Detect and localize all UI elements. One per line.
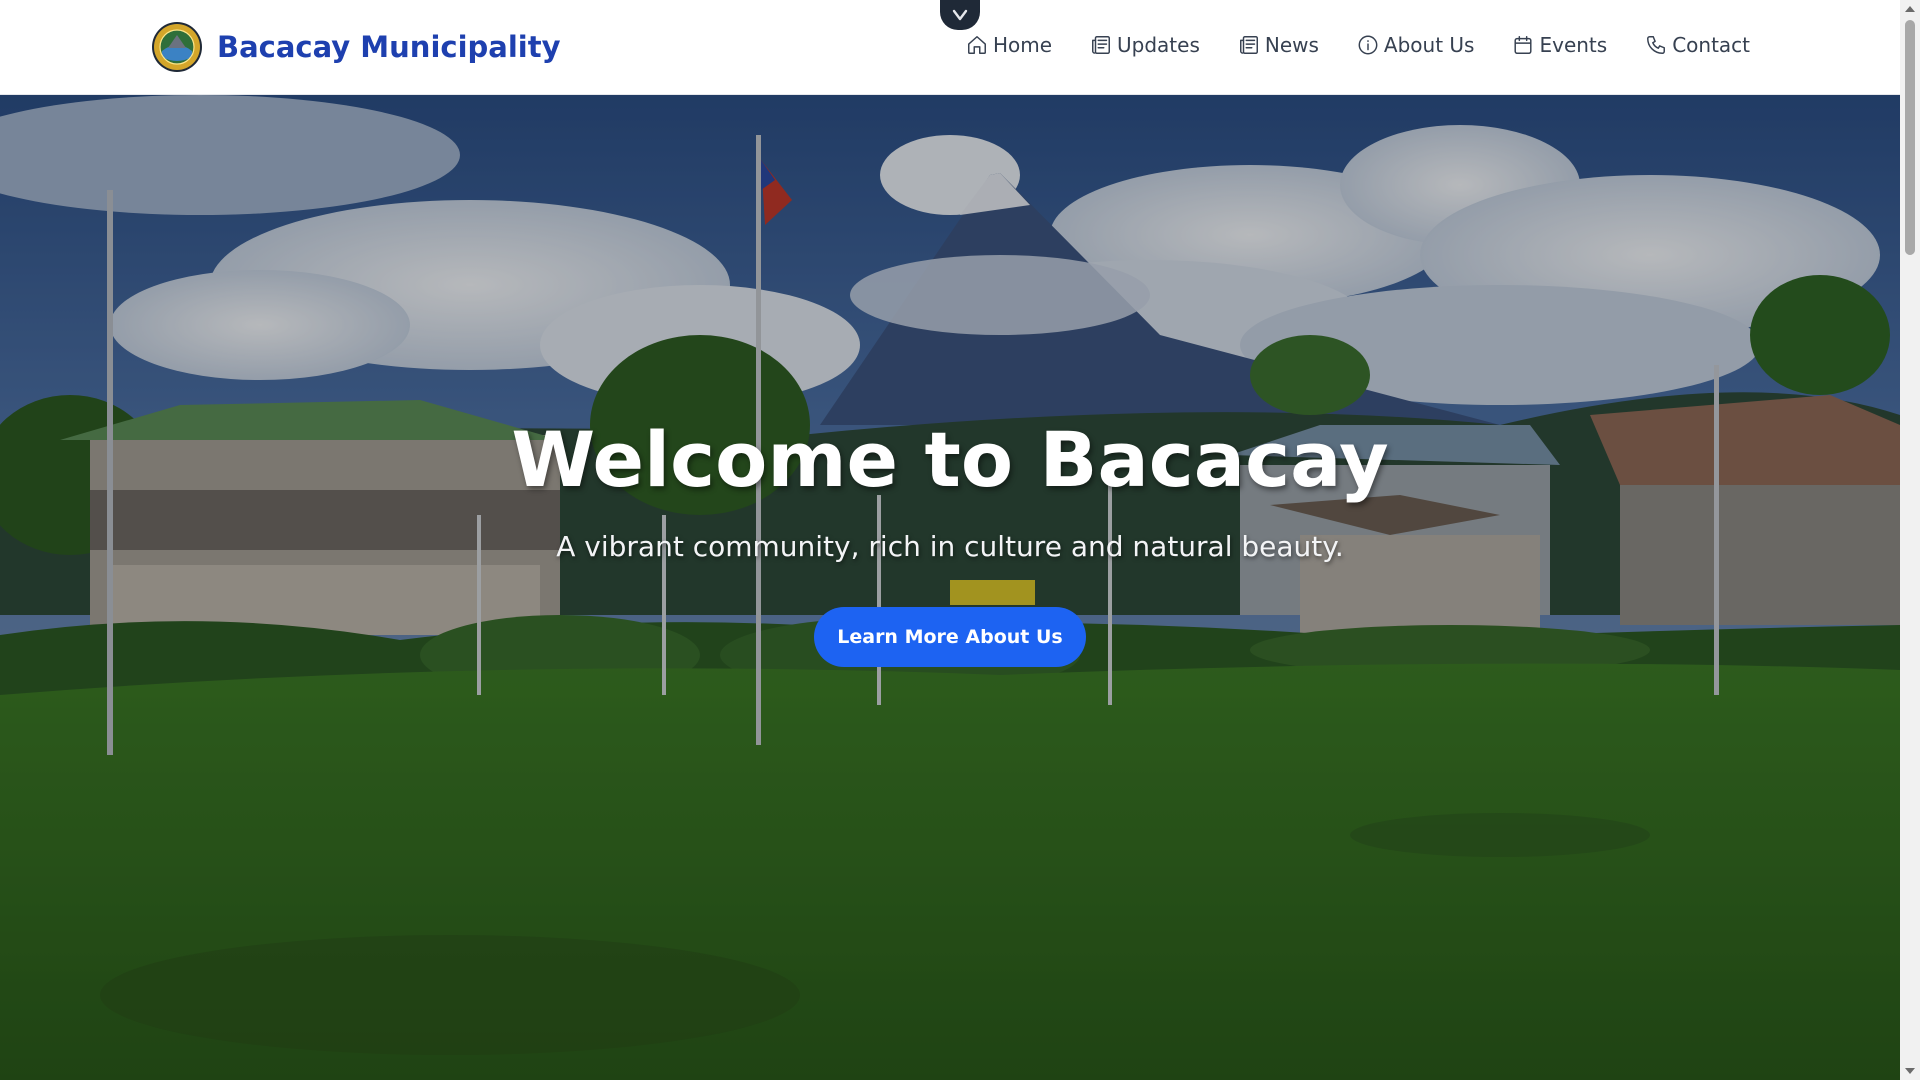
nav-events[interactable]: Events (1512, 33, 1607, 57)
page-scrollbar[interactable] (1900, 0, 1920, 1080)
home-icon (967, 36, 986, 54)
chevron-down-icon (952, 9, 968, 21)
nav-updates[interactable]: Updates (1090, 33, 1200, 57)
municipal-seal-icon (152, 22, 202, 72)
hero-content: Welcome to Bacacay A vibrant community, … (0, 95, 1900, 1080)
nav-contact-label: Contact (1672, 33, 1750, 57)
scroll-down-arrow-icon[interactable] (1905, 1068, 1915, 1074)
newspaper-icon (1092, 36, 1110, 54)
brand[interactable]: Bacacay Municipality (151, 21, 561, 73)
scroll-up-arrow-icon[interactable] (1905, 6, 1915, 12)
nav-updates-label: Updates (1117, 33, 1200, 57)
nav-home-label: Home (992, 33, 1053, 57)
calendar-icon (1514, 36, 1532, 54)
newspaper-icon (1239, 36, 1258, 54)
nav-news[interactable]: News (1238, 33, 1319, 57)
nav-contact[interactable]: Contact (1645, 33, 1750, 57)
nav-events-label: Events (1539, 33, 1608, 57)
nav-about-label: About Us (1383, 33, 1475, 57)
learn-more-button[interactable]: Learn More About Us (814, 607, 1086, 667)
scroll-thumb[interactable] (1905, 20, 1915, 255)
info-circle-icon (1358, 35, 1378, 55)
brand-name: Bacacay Municipality (217, 30, 561, 64)
nav-home[interactable]: Home (966, 33, 1052, 57)
phone-icon (1647, 36, 1666, 54)
nav-about[interactable]: About Us (1357, 33, 1475, 57)
hero-title: Welcome to Bacacay (511, 415, 1389, 504)
hero-section: Welcome to Bacacay A vibrant community, … (0, 95, 1900, 1080)
nav-news-label: News (1264, 33, 1319, 57)
main-nav: Home Updates News About Us Events Contac… (928, 33, 1750, 57)
hero-subtitle: A vibrant community, rich in culture and… (556, 530, 1344, 563)
